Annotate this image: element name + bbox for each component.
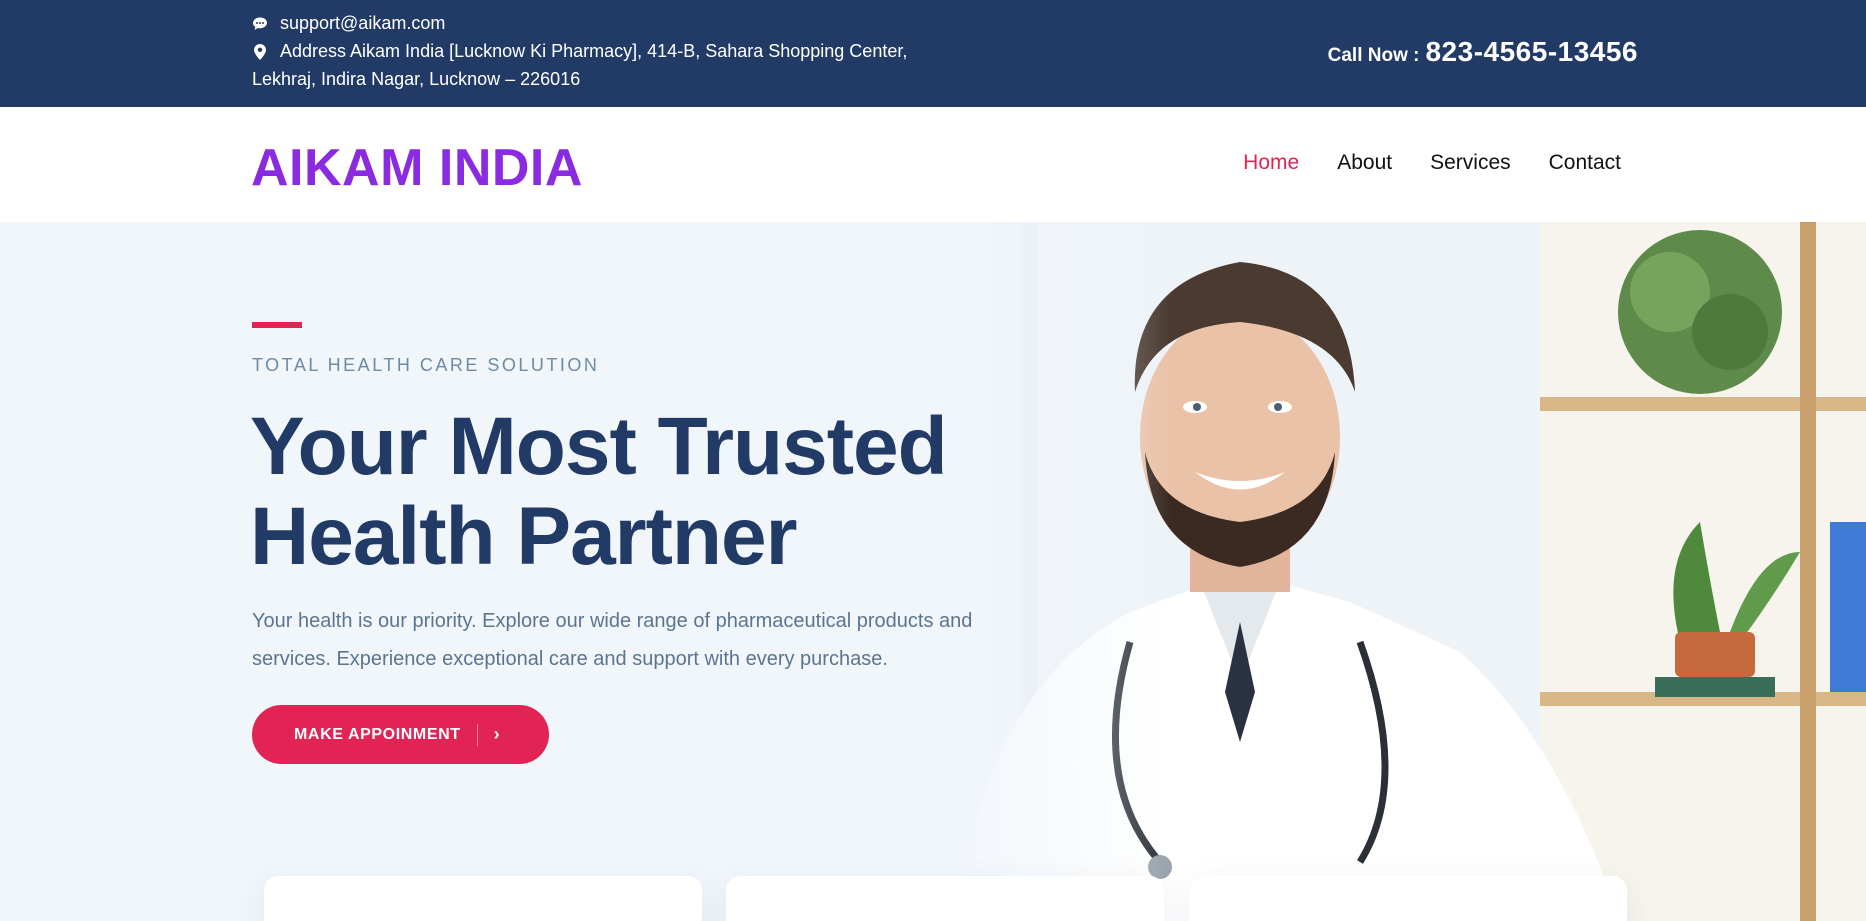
top-info-bar: support@aikam.com Address Aikam India [L… <box>0 0 1866 107</box>
address-line: Address Aikam India [Lucknow Ki Pharmacy… <box>252 41 907 62</box>
hero-description: Your health is our priority. Explore our… <box>252 610 973 670</box>
accent-line <box>252 322 302 328</box>
make-appointment-button[interactable]: MAKE APPOINMENT › <box>252 705 549 764</box>
address-text-line1: Address Aikam India [Lucknow Ki Pharmacy… <box>280 41 908 61</box>
address-text-line2: Lekhraj, Indira Nagar, Lucknow – 226016 <box>252 69 581 89</box>
call-number[interactable]: 823-4565-13456 <box>1425 36 1638 68</box>
hero-eyebrow: TOTAL HEALTH CARE SOLUTION <box>252 355 600 375</box>
map-pin-icon <box>252 43 268 61</box>
hero-headline: Your Most Trusted Health Partner <box>250 402 1010 582</box>
email-text[interactable]: support@aikam.com <box>280 13 445 34</box>
brand-logo[interactable]: AIKAM INDIA <box>251 138 583 198</box>
chat-bubble-icon <box>252 15 268 33</box>
call-now[interactable]: Call Now : 823-4565-13456 <box>1328 36 1638 68</box>
nav-link-services[interactable]: Services <box>1430 151 1511 175</box>
nav-link-home[interactable]: Home <box>1243 151 1299 175</box>
nav-link-about[interactable]: About <box>1337 151 1392 175</box>
main-navbar: AIKAM INDIA Home About Services Contact <box>0 107 1866 222</box>
email-line[interactable]: support@aikam.com <box>252 13 445 34</box>
hero-section: TOTAL HEALTH CARE SOLUTION Your Most Tru… <box>0 222 1866 921</box>
button-divider <box>476 723 478 746</box>
headline-line-2: Health Partner <box>250 491 798 582</box>
button-label: MAKE APPOINMENT <box>294 725 461 743</box>
feature-card <box>264 876 702 921</box>
doctor-photo <box>940 222 1866 921</box>
headline-line-1: Your Most Trusted <box>250 401 948 492</box>
feature-card <box>726 876 1164 921</box>
nav-menu: Home About Services Contact <box>1243 151 1621 175</box>
call-label: Call Now : <box>1327 45 1420 66</box>
chevron-right-icon: › <box>493 724 500 744</box>
nav-link-contact[interactable]: Contact <box>1549 151 1621 175</box>
feature-card <box>1189 876 1627 921</box>
